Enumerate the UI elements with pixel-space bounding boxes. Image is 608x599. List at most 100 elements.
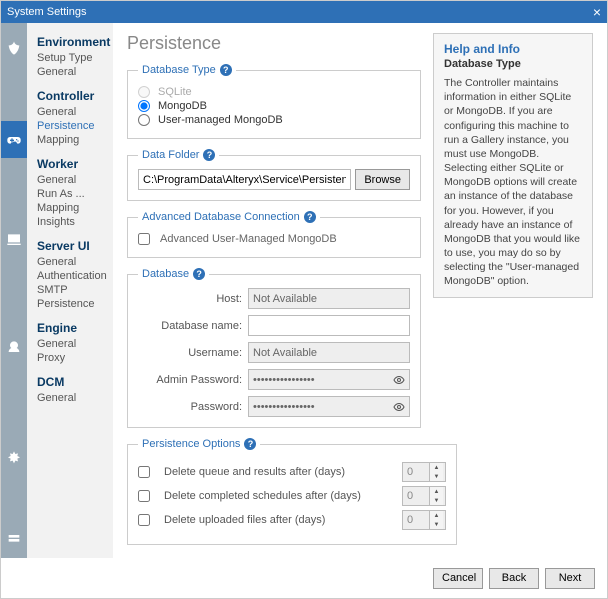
days-spinner[interactable]: ▲▼ [402,486,446,506]
window-title: System Settings [7,6,86,18]
main-panel: Persistence Database Type ? SQLiteMongoD… [127,33,421,558]
advanced-usermanaged-checkbox[interactable] [138,233,150,245]
back-button[interactable]: Back [489,568,539,589]
info-icon[interactable]: ? [203,149,215,161]
nav-section-server-ui[interactable]: Server UI [37,239,105,253]
persist-option-label: Delete uploaded files after (days) [164,514,394,526]
nav-item-setup-type[interactable]: Setup Type [37,51,105,65]
dbtype-radio[interactable] [138,100,150,112]
persist-option-checkbox[interactable] [138,514,150,526]
help-subtitle: Database Type [444,58,582,70]
worker-rail-icon[interactable] [1,220,27,258]
nav-item-mapping[interactable]: Mapping [37,201,105,215]
nav-item-smtp[interactable]: SMTP [37,283,105,297]
database-group: Database ? Host: Database name: Username… [127,268,421,428]
persist-option-row: Delete completed schedules after (days) ▲… [138,486,446,506]
sidebar-nav: EnvironmentSetup TypeGeneralControllerGe… [27,23,113,558]
persist-option-label: Delete queue and results after (days) [164,466,394,478]
info-icon[interactable]: ? [244,438,256,450]
engine-rail-icon[interactable] [1,439,27,477]
adminpw-label: Admin Password: [138,374,248,386]
advanced-usermanaged-label: Advanced User-Managed MongoDB [160,233,337,245]
help-title: Help and Info [444,42,582,56]
spinner-down-icon[interactable]: ▼ [430,520,443,529]
dbname-input[interactable] [248,315,410,336]
spinner-down-icon[interactable]: ▼ [430,472,443,481]
nav-item-mapping[interactable]: Mapping [37,133,105,147]
persist-option-row: Delete uploaded files after (days) ▲▼ [138,510,446,530]
nav-item-run-as-[interactable]: Run As ... [37,187,105,201]
info-icon[interactable]: ? [220,64,232,76]
dbtype-option-user-managed-mongodb[interactable]: User-managed MongoDB [138,114,410,126]
eye-icon[interactable] [392,400,406,414]
serverui-rail-icon[interactable] [1,330,27,368]
advanced-conn-group: Advanced Database Connection ? Advanced … [127,211,421,258]
persist-option-checkbox[interactable] [138,466,150,478]
database-type-group: Database Type ? SQLiteMongoDBUser-manage… [127,64,421,139]
persistence-options-group: Persistence Options ? Delete queue and r… [127,438,457,545]
titlebar: System Settings × [1,1,607,23]
system-settings-window: System Settings × EnvironmentSetup TypeG… [0,0,608,599]
dbname-label: Database name: [138,320,248,332]
controller-rail-icon[interactable] [1,121,27,159]
days-spinner[interactable]: ▲▼ [402,462,446,482]
spinner-up-icon[interactable]: ▲ [430,511,443,520]
nav-section-engine[interactable]: Engine [37,321,105,335]
dcm-rail-icon[interactable] [1,521,27,559]
persist-option-label: Delete completed schedules after (days) [164,490,394,502]
help-panel: Help and Info Database Type The Controll… [433,33,593,298]
icon-rail [1,23,27,558]
nav-item-persistence[interactable]: Persistence [37,297,105,311]
nav-item-proxy[interactable]: Proxy [37,351,105,365]
days-input[interactable] [403,487,429,505]
nav-section-dcm[interactable]: DCM [37,375,105,389]
username-label: Username: [138,347,248,359]
nav-section-worker[interactable]: Worker [37,157,105,171]
persist-option-row: Delete queue and results after (days) ▲▼ [138,462,446,482]
browse-button[interactable]: Browse [355,169,410,190]
days-input[interactable] [403,463,429,481]
nav-section-environment[interactable]: Environment [37,35,105,49]
host-label: Host: [138,293,248,305]
nav-item-persistence[interactable]: Persistence [37,119,105,133]
info-icon[interactable]: ? [193,268,205,280]
data-folder-group: Data Folder ? Browse [127,149,421,201]
persist-option-checkbox[interactable] [138,490,150,502]
dbtype-radio[interactable] [138,114,150,126]
persistence-options-legend: Persistence Options [142,438,240,450]
username-input [248,342,410,363]
close-icon[interactable]: × [593,5,601,19]
pw-label: Password: [138,401,248,413]
spinner-up-icon[interactable]: ▲ [430,463,443,472]
footer: Cancel Back Next [1,558,607,598]
eye-icon[interactable] [392,373,406,387]
nav-item-general[interactable]: General [37,337,105,351]
dbtype-label: SQLite [158,86,192,98]
dbtype-option-mongodb[interactable]: MongoDB [138,100,410,112]
data-folder-legend: Data Folder [142,149,199,161]
days-spinner[interactable]: ▲▼ [402,510,446,530]
spinner-down-icon[interactable]: ▼ [430,496,443,505]
nav-item-general[interactable]: General [37,173,105,187]
cancel-button[interactable]: Cancel [433,568,483,589]
nav-section-controller[interactable]: Controller [37,89,105,103]
dbtype-radio [138,86,150,98]
data-folder-input[interactable] [138,169,351,190]
database-legend: Database [142,268,189,280]
nav-item-authentication[interactable]: Authentication [37,269,105,283]
dbtype-label: User-managed MongoDB [158,114,283,126]
days-input[interactable] [403,511,429,529]
nav-item-insights[interactable]: Insights [37,215,105,229]
next-button[interactable]: Next [545,568,595,589]
help-text: The Controller maintains information in … [444,76,582,289]
host-input [248,288,410,309]
nav-item-general[interactable]: General [37,105,105,119]
environment-rail-icon[interactable] [1,29,27,67]
advanced-usermanaged-row[interactable]: Advanced User-Managed MongoDB [138,233,410,245]
nav-item-general[interactable]: General [37,255,105,269]
info-icon[interactable]: ? [304,211,316,223]
spinner-up-icon[interactable]: ▲ [430,487,443,496]
nav-item-general[interactable]: General [37,65,105,79]
dbtype-label: MongoDB [158,100,207,112]
nav-item-general[interactable]: General [37,391,105,405]
